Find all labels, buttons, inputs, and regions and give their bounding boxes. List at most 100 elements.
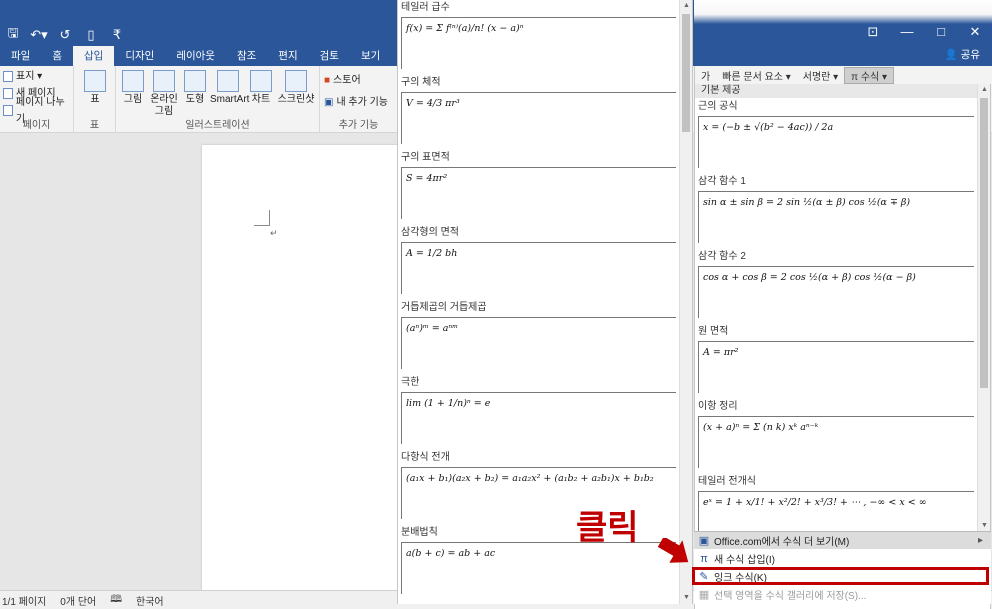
- equation-preview[interactable]: a(b + c) = ab + ac: [401, 542, 676, 594]
- equation-preview[interactable]: f(x) = Σ f⁽ⁿ⁾(a)/n! (x − a)ⁿ: [401, 17, 676, 69]
- shapes-button[interactable]: 도형: [182, 70, 208, 106]
- save-icon[interactable]: 🖫: [0, 24, 26, 46]
- tab-mailings[interactable]: 편지: [267, 46, 308, 66]
- gallery-right-scrollbar[interactable]: ▲ ▼: [977, 84, 990, 532]
- scroll-up-arrow[interactable]: ▲: [680, 0, 693, 12]
- insert-new-equation-item[interactable]: π 새 수식 삽입(I): [694, 550, 991, 567]
- tab-view[interactable]: 보기: [350, 46, 391, 66]
- equation-preview[interactable]: sin α ± sin β = 2 sin ½(α ± β) cos ½(α ∓…: [698, 191, 974, 243]
- minimize-icon[interactable]: —: [890, 24, 924, 40]
- group-label-illustrations: 일러스트레이션: [185, 120, 250, 131]
- proofing-icon[interactable]: 🕮: [110, 592, 122, 609]
- equation-title: 거듭제곱의 거듭제곱: [401, 302, 487, 313]
- equation-gallery-item[interactable]: 구의 표면적 S = 4πr²: [401, 151, 676, 219]
- tab-design[interactable]: 디자인: [114, 46, 165, 66]
- equation-preview[interactable]: S = 4πr²: [401, 167, 676, 219]
- text-box-button[interactable]: 가: [695, 68, 716, 83]
- equation-gallery-item[interactable]: 이항 정리 (x + a)ⁿ = Σ (n k) xᵏ aⁿ⁻ᵏ: [698, 400, 974, 468]
- equation-formula: (a₁x + b₁)(a₂x + b₂) = a₁a₂x² + (a₁b₂ + …: [406, 473, 654, 484]
- equation-preview[interactable]: lim (1 + 1/n)ⁿ = e: [401, 392, 676, 444]
- scroll-down-arrow[interactable]: ▼: [680, 592, 693, 604]
- customize-qat-button[interactable]: ₹: [104, 27, 130, 43]
- equation-title: 테일러 급수: [401, 2, 450, 13]
- chart-button[interactable]: 차트: [248, 70, 274, 106]
- tab-review[interactable]: 검토: [309, 46, 350, 66]
- equation-preview[interactable]: (aⁿ)ᵐ = aⁿᵐ: [401, 317, 676, 369]
- equation-button[interactable]: π 수식 ▾: [844, 66, 895, 84]
- user-icon: 👤: [944, 49, 958, 61]
- equation-formula: x = (−b ± √(b² − 4ac)) / 2a: [703, 122, 834, 133]
- equation-gallery-item[interactable]: 구의 체적 V = 4/3 πr³: [401, 76, 676, 144]
- table-button[interactable]: 표: [82, 70, 108, 106]
- equation-formula: (aⁿ)ᵐ = aⁿᵐ: [406, 323, 459, 334]
- shapes-label: 도형: [185, 94, 205, 105]
- save-gallery-icon: ▦: [698, 589, 710, 601]
- close-icon[interactable]: ✕: [958, 24, 992, 40]
- equation-title: 테일러 전개식: [698, 476, 756, 487]
- equation-gallery-item[interactable]: 원 면적 A = πr²: [698, 325, 974, 393]
- equation-title: 구의 표면적: [401, 152, 450, 163]
- equation-gallery-right: 가 빠른 문서 요소 ▾ 서명란 ▾ π 수식 ▾ 기본 제공 ▲ ▼ 근의 공…: [694, 66, 992, 609]
- chart-icon: [250, 70, 272, 92]
- share-button[interactable]: 👤 공유: [945, 47, 980, 62]
- menu-label: 선택 영역을 수식 갤러리에 저장(S)...: [714, 591, 867, 602]
- my-addins-label: 내 추가 기능: [336, 97, 389, 108]
- online-picture-label: 온라인 그림: [150, 94, 178, 117]
- word-count[interactable]: 0개 단어: [60, 593, 96, 608]
- tab-file[interactable]: 파일: [0, 46, 41, 66]
- equation-formula: sin α ± sin β = 2 sin ½(α ± β) cos ½(α ∓…: [703, 197, 911, 208]
- my-addins-icon: ▣: [324, 97, 334, 108]
- equation-formula: lim (1 + 1/n)ⁿ = e: [406, 398, 491, 409]
- new-doc-icon[interactable]: ▯: [78, 27, 104, 43]
- tab-references[interactable]: 참조: [226, 46, 267, 66]
- document-page[interactable]: [202, 145, 402, 605]
- equation-preview[interactable]: V = 4/3 πr³: [401, 92, 676, 144]
- equation-title: 원 면적: [698, 326, 729, 337]
- language-indicator[interactable]: 한국어: [136, 593, 164, 608]
- group-illustrations: 그림 온라인 그림 도형 SmartArt 차트 스크린샷 일러스트레이션: [116, 66, 320, 133]
- equation-gallery-left: ▲ ▼ 테일러 급수 f(x) = Σ f⁽ⁿ⁾(a)/n! (x − a)ⁿ 구의…: [397, 0, 693, 604]
- signature-line-button[interactable]: 서명란 ▾: [797, 68, 844, 83]
- equation-preview[interactable]: A = 1/2 bh: [401, 242, 676, 294]
- tab-home[interactable]: 홈: [41, 46, 73, 66]
- undo-icon[interactable]: ↶▾: [26, 27, 52, 43]
- ribbon-display-icon[interactable]: ⊡: [856, 24, 890, 40]
- quick-parts-button[interactable]: 빠른 문서 요소 ▾: [716, 68, 797, 83]
- equation-preview[interactable]: x = (−b ± √(b² − 4ac)) / 2a: [698, 116, 974, 168]
- tab-layout[interactable]: 레이아웃: [165, 46, 226, 66]
- submenu-arrow-icon: ▸: [977, 535, 983, 546]
- tab-insert[interactable]: 삽입: [73, 46, 115, 66]
- equation-title: 삼각 함수 2: [698, 251, 746, 262]
- equation-gallery-item[interactable]: 삼각 함수 2 cos α + cos β = 2 cos ½(α + β) co…: [698, 250, 974, 318]
- equation-gallery-item[interactable]: 근의 공식 x = (−b ± √(b² − 4ac)) / 2a: [698, 100, 974, 168]
- equation-gallery-item[interactable]: 극한 lim (1 + 1/n)ⁿ = e: [401, 376, 676, 444]
- maximize-icon[interactable]: □: [924, 24, 958, 40]
- scroll-up-arrow[interactable]: ▲: [978, 84, 991, 96]
- equation-preview[interactable]: (x + a)ⁿ = Σ (n k) xᵏ aⁿ⁻ᵏ: [698, 416, 974, 468]
- group-addins: ■ 스토어 ▣ 내 추가 기능 추가 기능: [320, 66, 397, 133]
- store-label: 스토어: [333, 75, 361, 86]
- page-count[interactable]: 1/1 페이지: [2, 593, 46, 608]
- more-equations-office-item[interactable]: ▣ Office.com에서 수식 더 보기(M) ▸: [694, 532, 991, 549]
- equation-gallery-item[interactable]: 삼각형의 면적 A = 1/2 bh: [401, 226, 676, 294]
- equation-gallery-item[interactable]: 거듭제곱의 거듭제곱 (aⁿ)ᵐ = aⁿᵐ: [401, 301, 676, 369]
- smartart-button[interactable]: SmartArt: [210, 70, 249, 106]
- gallery-left-scrollbar[interactable]: ▲ ▼: [679, 0, 692, 604]
- online-picture-button[interactable]: 온라인 그림: [148, 70, 180, 118]
- redo-icon[interactable]: ↺: [52, 27, 78, 43]
- table-icon: [84, 70, 106, 92]
- scroll-thumb[interactable]: [980, 98, 988, 388]
- scroll-thumb[interactable]: [682, 14, 690, 132]
- cover-page-button[interactable]: 표지 ▾: [3, 68, 73, 85]
- smartart-icon: [217, 70, 239, 92]
- store-button[interactable]: ■ 스토어: [324, 72, 397, 89]
- equation-preview[interactable]: A = πr²: [698, 341, 974, 393]
- equation-gallery-item[interactable]: 삼각 함수 1 sin α ± sin β = 2 sin ½(α ± β) co…: [698, 175, 974, 243]
- my-addins-button[interactable]: ▣ 내 추가 기능: [324, 94, 397, 111]
- picture-button[interactable]: 그림: [120, 70, 146, 106]
- equation-preview[interactable]: cos α + cos β = 2 cos ½(α + β) cos ½(α −…: [698, 266, 974, 318]
- screenshot-button[interactable]: 스크린샷: [276, 70, 316, 106]
- window-controls: ⊡ — □ ✕: [856, 24, 992, 40]
- equation-gallery-item[interactable]: 테일러 급수 f(x) = Σ f⁽ⁿ⁾(a)/n! (x − a)ⁿ: [401, 1, 676, 69]
- equation-formula: cos α + cos β = 2 cos ½(α + β) cos ½(α −…: [703, 272, 916, 283]
